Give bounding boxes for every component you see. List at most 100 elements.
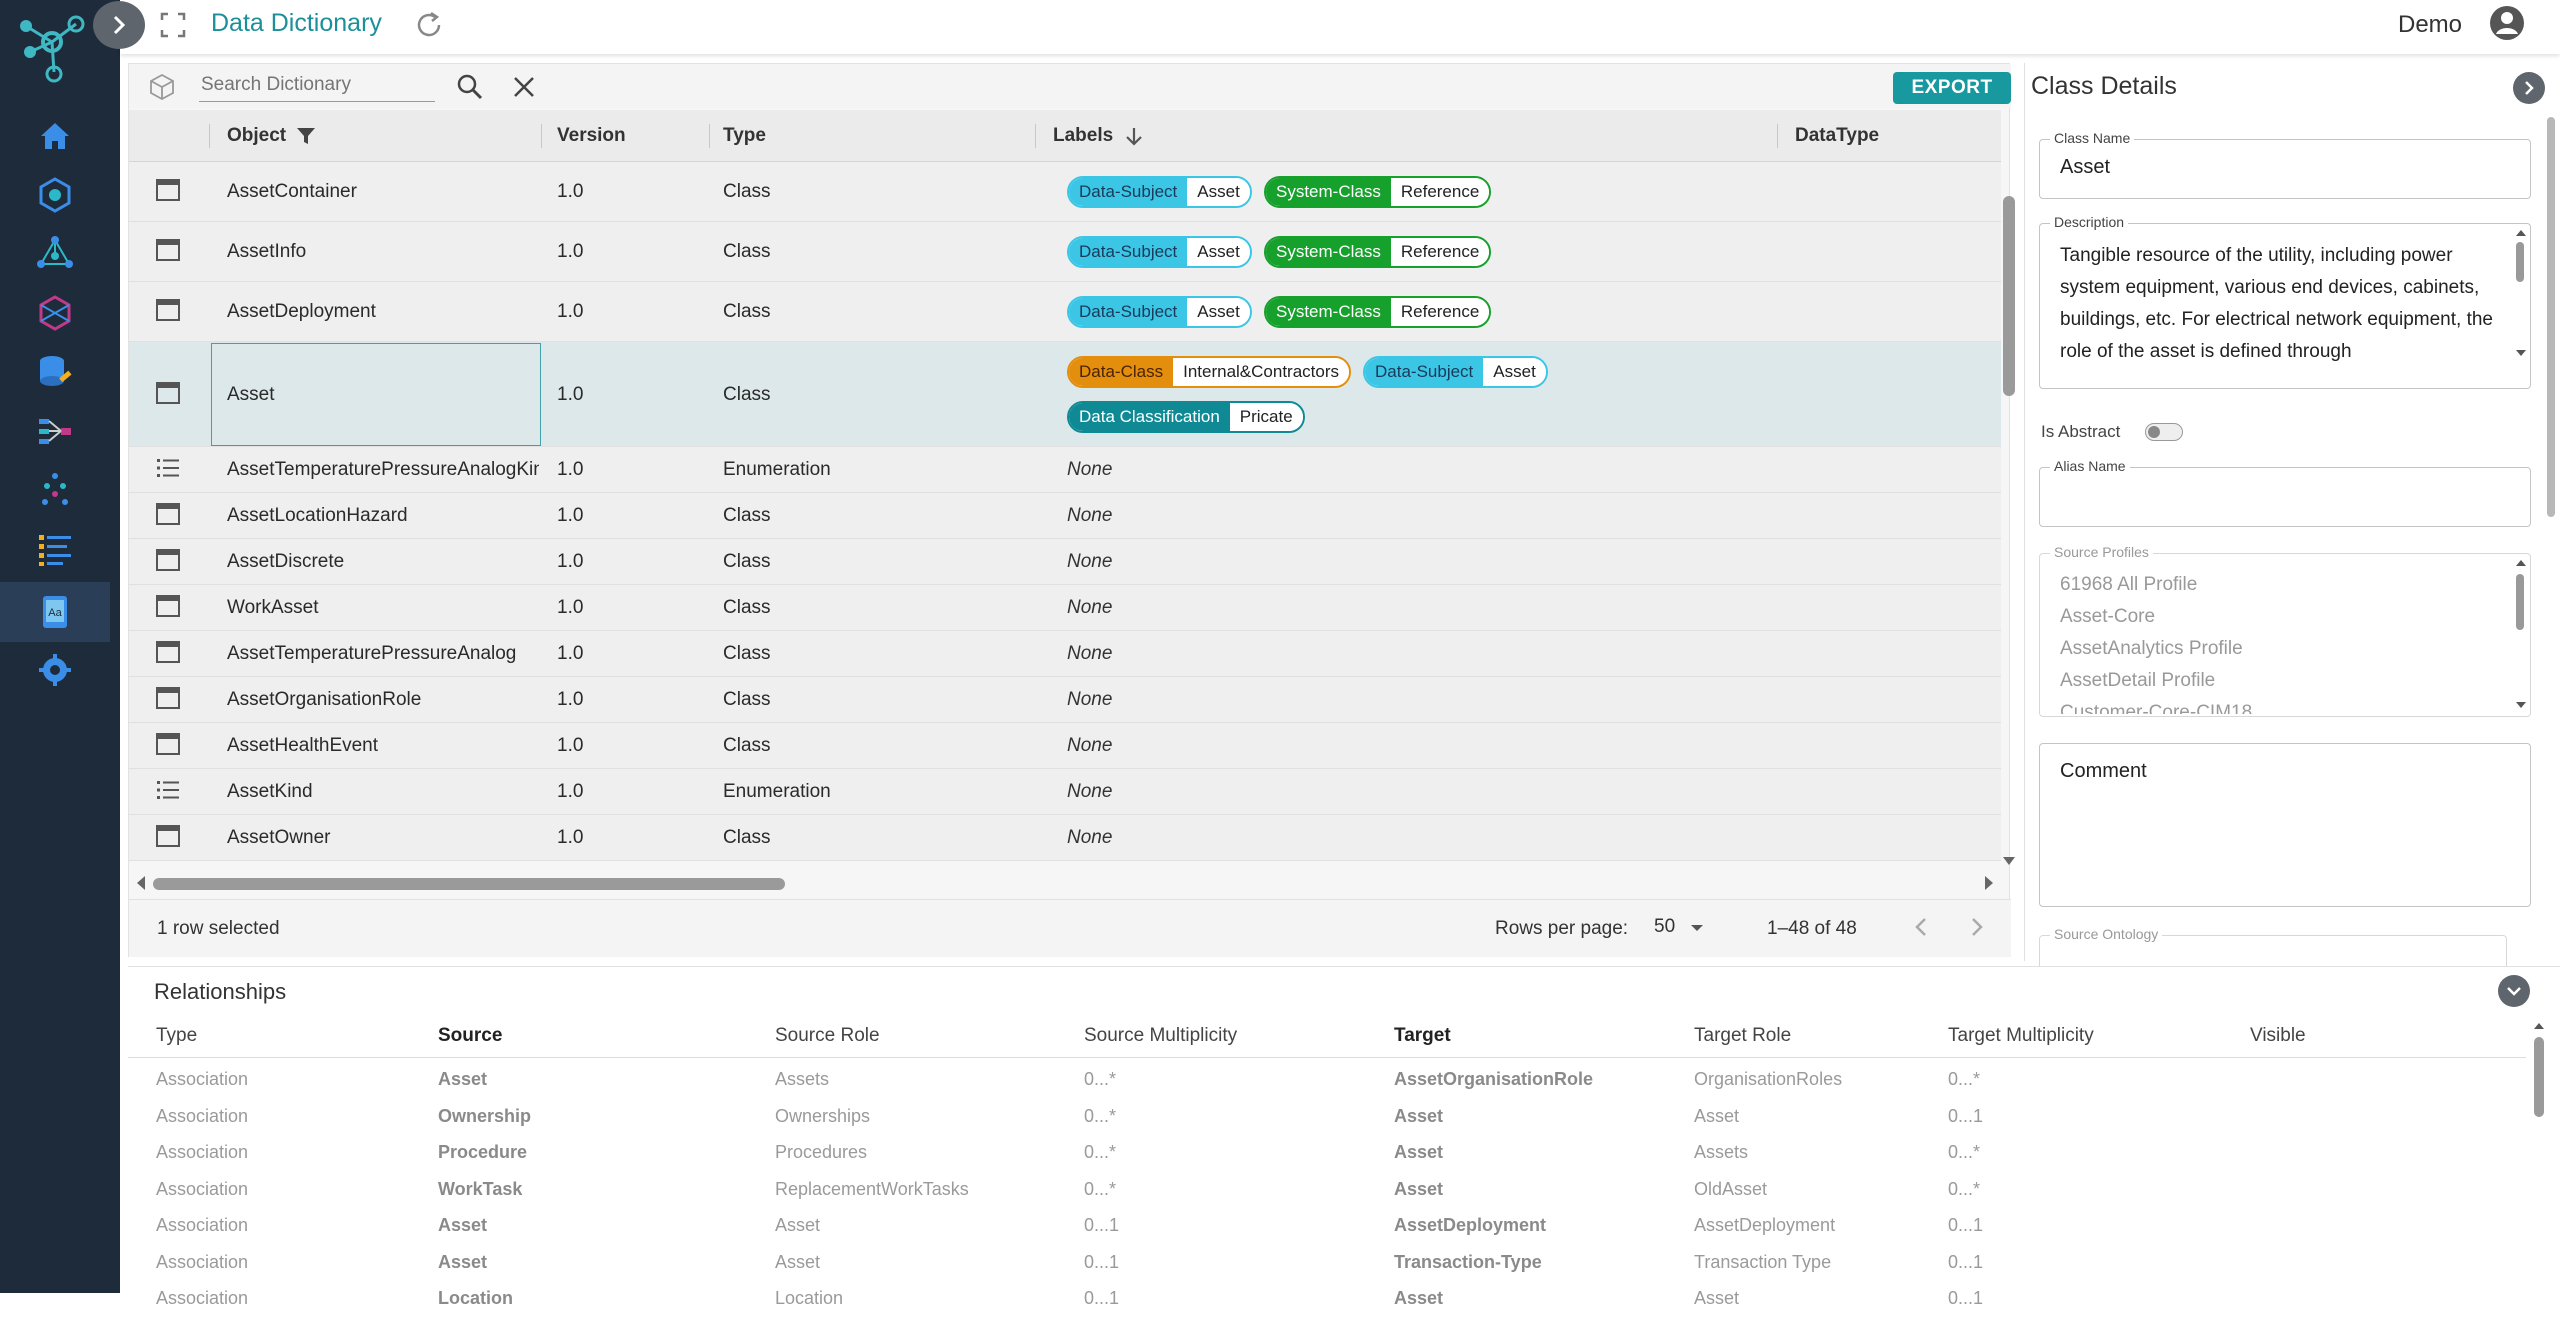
relationships-column-header[interactable]: Source xyxy=(438,1025,502,1047)
column-header-object[interactable]: Object xyxy=(227,110,318,162)
description-field[interactable]: Description Tangible resource of the uti… xyxy=(2039,214,2531,389)
source-profiles-scrollbar[interactable] xyxy=(2514,558,2528,712)
sidebar-toggle-button[interactable] xyxy=(93,1,145,49)
table-row[interactable]: WorkAsset 1.0 Class None xyxy=(129,585,2001,631)
close-icon[interactable] xyxy=(511,74,537,100)
sidebar-item-scatter[interactable] xyxy=(0,461,110,519)
rows-per-page-select[interactable]: 50 xyxy=(1654,916,1675,938)
object-name-cell[interactable]: AssetOwner xyxy=(227,827,539,849)
alias-name-field[interactable]: Alias Name xyxy=(2039,458,2531,527)
scroll-left-arrow-icon[interactable] xyxy=(133,874,149,892)
source-profile-item[interactable]: Customer-Core-CIM18 xyxy=(2060,702,2252,714)
sidebar-item-ontology[interactable] xyxy=(0,166,110,224)
object-name-cell[interactable]: AssetHealthEvent xyxy=(227,735,539,757)
relationship-row[interactable]: Association Asset Asset 0...1 AssetDeploymen… xyxy=(128,1209,2526,1245)
table-row[interactable]: AssetDeployment 1.0 Class Data-Subject Asset… xyxy=(129,282,2001,342)
label-chip[interactable]: Data-Subject Asset xyxy=(1363,356,1548,388)
object-name-cell[interactable]: AssetOrganisationRole xyxy=(227,689,539,711)
scroll-up-arrow-icon[interactable] xyxy=(2515,558,2527,568)
table-row[interactable]: AssetOwner 1.0 Class None xyxy=(129,815,2001,861)
scroll-down-arrow-icon[interactable] xyxy=(2001,854,2017,868)
relationship-row[interactable]: Association WorkTask ReplacementWorkTasks 0… xyxy=(128,1173,2526,1209)
label-chip[interactable]: Data-Subject Asset xyxy=(1067,296,1252,328)
object-name-cell[interactable]: AssetDeployment xyxy=(227,301,539,323)
relationship-row[interactable]: Association Asset Asset 0...1 Transaction-Ty… xyxy=(128,1246,2526,1282)
column-separator[interactable] xyxy=(541,124,542,148)
relationships-column-header[interactable]: Visible xyxy=(2250,1025,2306,1047)
table-row[interactable]: AssetLocationHazard 1.0 Class None xyxy=(129,493,2001,539)
sidebar-item-list[interactable] xyxy=(0,520,110,578)
label-chip[interactable]: Data Classification Pricate xyxy=(1067,401,1305,433)
collapse-relationships-button[interactable] xyxy=(2498,975,2530,1007)
sidebar-item-database-edit[interactable] xyxy=(0,343,110,401)
source-profile-item[interactable]: AssetAnalytics Profile xyxy=(2060,638,2243,660)
label-chip[interactable]: System-Class Reference xyxy=(1264,236,1492,268)
object-name-cell[interactable]: AssetInfo xyxy=(227,241,539,263)
label-chip[interactable]: Data-Class Internal&Contractors xyxy=(1067,356,1351,388)
table-row[interactable]: AssetHealthEvent 1.0 Class None xyxy=(129,723,2001,769)
sidebar-item-graph[interactable] xyxy=(0,225,110,283)
source-profiles-field[interactable]: Source Profiles 61968 All Profile Asset-C… xyxy=(2039,544,2531,717)
previous-page-icon[interactable] xyxy=(1909,914,1935,940)
scroll-down-arrow-icon[interactable] xyxy=(2515,348,2527,358)
vertical-scroll-thumb[interactable] xyxy=(2003,196,2015,396)
column-header-labels[interactable]: Labels xyxy=(1053,110,1145,162)
scroll-right-arrow-icon[interactable] xyxy=(1981,874,1997,892)
column-header-version[interactable]: Version xyxy=(557,110,626,162)
relationship-row[interactable]: Association Location Location 0...1 Asset Ass… xyxy=(128,1282,2526,1318)
relationships-scrollbar[interactable] xyxy=(2532,1021,2546,1291)
relationships-column-header[interactable]: Target Multiplicity xyxy=(1948,1025,2094,1047)
collapse-details-button[interactable] xyxy=(2513,72,2545,104)
table-row-selected[interactable]: Asset 1.0 Class Data-Class Internal&Contract… xyxy=(129,342,2001,447)
label-chip[interactable]: System-Class Reference xyxy=(1264,296,1492,328)
object-name-cell[interactable]: WorkAsset xyxy=(227,597,539,619)
relationships-column-header[interactable]: Source Role xyxy=(775,1025,880,1047)
scroll-up-arrow-icon[interactable] xyxy=(2515,228,2527,238)
table-row[interactable]: AssetDiscrete 1.0 Class None xyxy=(129,539,2001,585)
relationship-row[interactable]: Association Ownership Ownerships 0...* Asset… xyxy=(128,1100,2526,1136)
horizontal-scroll-thumb[interactable] xyxy=(153,878,785,890)
sidebar-item-settings[interactable] xyxy=(0,641,110,699)
source-profile-item[interactable]: AssetDetail Profile xyxy=(2060,670,2215,692)
description-value[interactable]: Tangible resource of the utility, includ… xyxy=(2060,240,2500,370)
class-name-field[interactable]: Class Name Asset xyxy=(2039,130,2531,199)
table-row[interactable]: AssetContainer 1.0 Class Data-Subject Asset S… xyxy=(129,162,2001,222)
object-name-cell[interactable]: AssetLocationHazard xyxy=(227,505,539,527)
scroll-up-arrow-icon[interactable] xyxy=(2532,1021,2546,1031)
object-name-cell[interactable]: AssetTemperaturePressureAnalogKin xyxy=(227,459,539,481)
object-name-cell[interactable]: AssetTemperaturePressureAnalog xyxy=(227,643,539,665)
table-row[interactable]: AssetOrganisationRole 1.0 Class None xyxy=(129,677,2001,723)
next-page-icon[interactable] xyxy=(1963,914,1989,940)
label-chip[interactable]: System-Class Reference xyxy=(1264,176,1492,208)
filter-icon[interactable] xyxy=(294,124,318,148)
refresh-icon[interactable] xyxy=(414,10,444,40)
object-name-cell[interactable]: AssetContainer xyxy=(227,181,539,203)
relationships-column-header[interactable]: Target Role xyxy=(1694,1025,1791,1047)
relationships-column-header[interactable]: Source Multiplicity xyxy=(1084,1025,1237,1047)
column-separator[interactable] xyxy=(1777,124,1778,148)
table-row[interactable]: AssetTemperaturePressureAnalog 1.0 Class No… xyxy=(129,631,2001,677)
description-scrollbar[interactable] xyxy=(2514,228,2528,384)
column-separator[interactable] xyxy=(209,124,210,148)
account-icon[interactable] xyxy=(2489,5,2525,41)
object-name-cell[interactable]: AssetKind xyxy=(227,781,539,803)
sidebar-item-flow[interactable] xyxy=(0,402,110,460)
label-chip[interactable]: Data-Subject Asset xyxy=(1067,176,1252,208)
sort-down-icon[interactable] xyxy=(1123,125,1145,147)
fullscreen-icon[interactable] xyxy=(160,12,186,38)
object-name-cell[interactable]: AssetDiscrete xyxy=(227,551,539,573)
table-row[interactable]: AssetInfo 1.0 Class Data-Subject Asset System… xyxy=(129,222,2001,282)
relationship-row[interactable]: Association Asset Assets 0...* AssetOrganisa… xyxy=(128,1063,2526,1099)
export-button[interactable]: EXPORT xyxy=(1893,72,2011,104)
app-logo-icon[interactable] xyxy=(14,8,90,84)
sidebar-item-dictionary[interactable]: Aa xyxy=(0,582,110,642)
column-header-datatype[interactable]: DataType xyxy=(1795,110,1879,162)
table-row[interactable]: AssetTemperaturePressureAnalogKin 1.0 Enum… xyxy=(129,447,2001,493)
is-abstract-toggle[interactable] xyxy=(2145,423,2183,441)
dropdown-arrow-icon[interactable] xyxy=(1687,918,1707,938)
column-separator[interactable] xyxy=(1035,124,1036,148)
sidebar-item-home[interactable] xyxy=(0,107,110,165)
sidebar-item-network[interactable] xyxy=(0,284,110,342)
search-input[interactable] xyxy=(199,68,435,102)
source-profile-item[interactable]: 61968 All Profile xyxy=(2060,574,2197,596)
